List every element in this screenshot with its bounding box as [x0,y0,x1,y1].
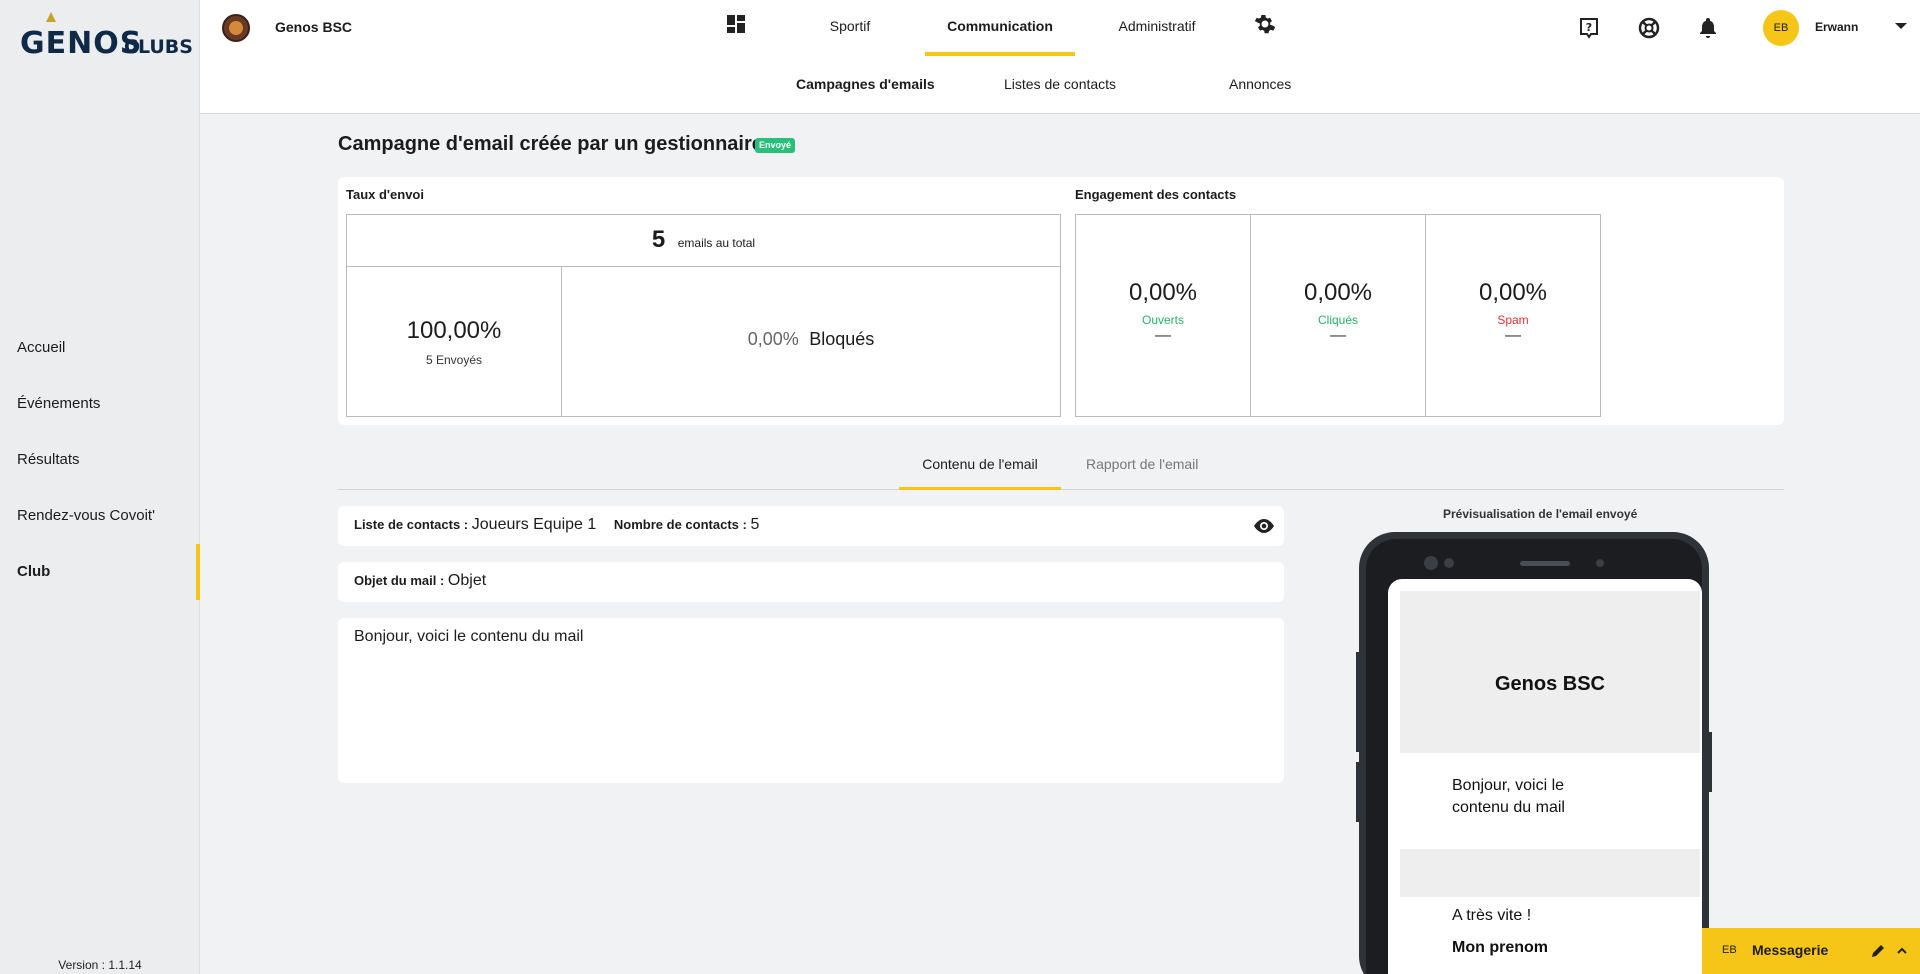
campaign-stats-card: Taux d'envoi Engagement des contacts 5 e… [338,177,1784,425]
total-emails-value: 5 [651,226,666,253]
view-contacts-eye-icon[interactable] [1252,516,1276,536]
phone-side-button [1708,732,1712,792]
spam-label: Spam [1497,313,1529,327]
subject-panel: Objet du mail : Objet [338,562,1284,602]
subject-label: Objet du mail : [354,573,445,588]
settings-gear-icon[interactable] [1253,12,1277,36]
subject-row: Objet du mail : Objet [354,572,486,590]
sent-box: 100,00% 5 Envoyés [346,266,562,417]
logo-sub-text: CLUBS [124,36,193,58]
engagement-spam-box: 0,00% Spam — [1425,214,1601,417]
phone-frame: Genos BSC Bonjour, voici le contenu du m… [1366,539,1702,974]
preview-divider-block [1400,849,1700,897]
clicked-pct: 0,00% [1303,279,1373,306]
club-name: Genos BSC [275,19,353,35]
phone-side-button [1356,762,1360,822]
phone-screen: Genos BSC Bonjour, voici le contenu du m… [1388,579,1702,974]
email-body-text: Bonjour, voici le contenu du mail [354,628,584,645]
club-logo [222,14,250,42]
messagerie-label: Messagerie [1752,942,1829,958]
contact-count-label: Nombre de contacts : [613,517,747,532]
sent-pct: 100,00% [406,317,502,344]
tab-email-report[interactable]: Rapport de l'email [1086,456,1198,490]
dashboard-icon[interactable] [724,12,748,36]
compose-pencil-icon[interactable] [1870,943,1886,959]
user-avatar[interactable]: EB [1763,10,1799,46]
contact-list-panel: Liste de contacts : Joueurs Equipe 1 Nom… [338,506,1284,546]
preview-club-name: Genos BSC [1494,673,1606,695]
send-rate-label: Taux d'envoi [346,187,424,202]
sent-label: 5 Envoyés [425,353,483,367]
contact-count-value: 5 [750,516,760,533]
clicked-label: Cliqués [1317,313,1359,327]
subtab-campagnes[interactable]: Campagnes d'emails [796,76,935,92]
spam-dash: — [1505,327,1521,344]
tab-email-content[interactable]: Contenu de l'email [899,456,1061,490]
opened-dash: — [1155,327,1171,344]
clicked-dash: — [1330,327,1346,344]
messagerie-avatar: EB [1722,944,1737,956]
phone-camera [1424,556,1438,570]
sidebar-item-resultats[interactable]: Résultats [0,432,200,488]
engagement-label: Engagement des contacts [1075,187,1237,202]
subtab-annonces[interactable]: Annonces [1229,76,1291,92]
tab-sportif[interactable]: Sportif [792,0,908,56]
engagement-opened-box: 0,00% Ouverts — [1075,214,1251,417]
notifications-bell-icon[interactable] [1696,16,1720,40]
sidebar-item-evenements[interactable]: Événements [0,376,200,432]
content-tabs: Contenu de l'email Rapport de l'email [338,444,1784,490]
sidebar-nav: Accueil Événements Résultats Rendez-vous… [0,320,200,600]
tab-communication[interactable]: Communication [925,0,1075,56]
phone-side-button [1356,652,1360,752]
preview-signature: Mon prenom [1452,939,1548,956]
sidebar: GENOS CLUBS Accueil Événements Résultats… [0,0,200,974]
svg-text:?: ? [1586,21,1592,34]
status-badge: Envoyé [755,138,796,153]
spam-pct: 0,00% [1478,279,1548,306]
email-body-panel: Bonjour, voici le contenu du mail [338,618,1284,783]
expand-chevron-up-icon[interactable] [1896,945,1908,957]
sidebar-item-club[interactable]: Club [0,544,200,600]
help-icon[interactable]: ? [1577,16,1601,40]
total-emails-box: 5 emails au total [346,214,1061,267]
blocked-box: 0,00% Bloqués [561,266,1061,417]
tab-administratif[interactable]: Administratif [1092,0,1222,56]
preview-email-header: Genos BSC [1400,591,1700,753]
app-logo[interactable]: GENOS CLUBS [20,10,193,61]
page-title: Campagne d'email créée par un gestionnai… [338,133,763,155]
support-lifebuoy-icon[interactable] [1637,16,1661,40]
sidebar-item-covoit[interactable]: Rendez-vous Covoit' [0,488,200,544]
blocked-label: Bloqués [809,329,875,349]
blocked-pct: 0,00% [747,329,799,349]
preview-closing: A très vite ! [1452,907,1532,924]
sidebar-item-accueil[interactable]: Accueil [0,320,200,376]
opened-pct: 0,00% [1128,279,1198,306]
messagerie-widget[interactable]: EB Messagerie [1702,928,1920,974]
logo-mark-icon [46,12,56,22]
contact-list-label: Liste de contacts : [354,517,469,532]
subtab-listes-contacts[interactable]: Listes de contacts [1004,76,1116,92]
phone-sensor [1596,559,1604,567]
contact-list-row: Liste de contacts : Joueurs Equipe 1 Nom… [354,516,759,534]
user-menu-caret-icon[interactable] [1895,23,1907,29]
total-emails-label: emails au total [677,236,756,250]
phone-preview: Genos BSC Bonjour, voici le contenu du m… [1356,532,1712,974]
user-name[interactable]: Erwann [1815,20,1858,34]
app-version: Version : 1.1.14 [58,958,142,972]
phone-sensor [1444,558,1454,568]
preview-title: Prévisualisation de l'email envoyé [1443,507,1638,521]
top-bar: Genos BSC Sportif Communication Administ… [200,0,1920,114]
opened-label: Ouverts [1141,313,1184,327]
phone-speaker [1520,561,1570,566]
preview-email-body: Bonjour, voici le contenu du mail [1452,777,1565,816]
engagement-clicked-box: 0,00% Cliqués — [1250,214,1426,417]
subject-value: Objet [447,572,487,589]
contact-list-value: Joueurs Equipe 1 [471,516,597,533]
